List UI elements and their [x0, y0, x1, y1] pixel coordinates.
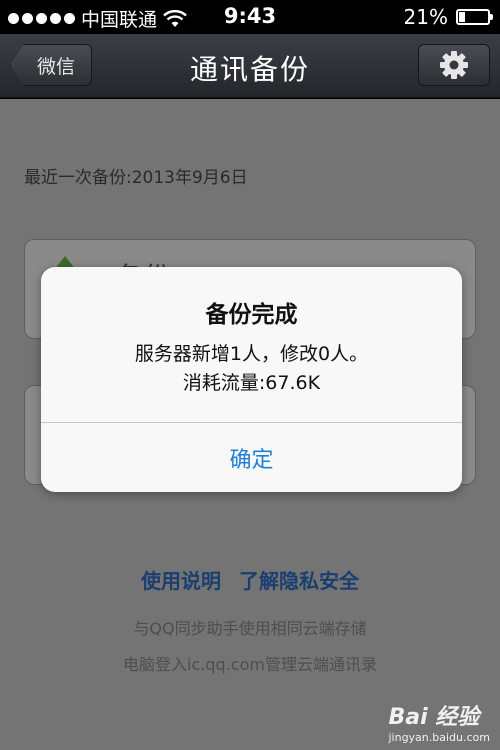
alert-message-server: 服务器新增1人，修改0人。 — [134, 343, 369, 365]
usage-instructions-link[interactable]: 使用说明 — [141, 569, 221, 593]
help-links: 使用说明 了解隐私安全 — [0, 565, 500, 594]
confirm-button[interactable]: 确定 — [41, 423, 462, 492]
alert-title: 备份完成 — [205, 302, 298, 328]
alert-message-traffic: 消耗流量:67.6K — [182, 372, 321, 394]
watermark-url: jingyan.baidu.com — [388, 731, 490, 744]
baidu-watermark: Bai 经验 jingyan.baidu.com — [388, 699, 490, 744]
last-backup-date: 最近一次备份:2013年9月6日 — [24, 168, 248, 188]
gear-icon — [440, 51, 468, 79]
info-line-qq-sync: 与QQ同步助手使用相同云端存储 — [133, 619, 367, 638]
battery-icon — [456, 9, 493, 25]
privacy-security-link[interactable]: 了解隐私安全 — [239, 569, 359, 593]
status-bar: 中国联通 9:43 21% — [0, 0, 500, 34]
backup-complete-alert: 备份完成 服务器新增1人，修改0人。 消耗流量:67.6K 确定 — [41, 267, 462, 492]
navigation-bar: 微信 通讯备份 — [0, 34, 500, 98]
battery-percent: 21% — [403, 5, 448, 29]
watermark-brand: Bai 经验 — [388, 705, 480, 730]
settings-button[interactable] — [418, 44, 490, 86]
info-line-web-manage: 电脑登入ic.qq.com管理云端通讯录 — [123, 655, 377, 674]
